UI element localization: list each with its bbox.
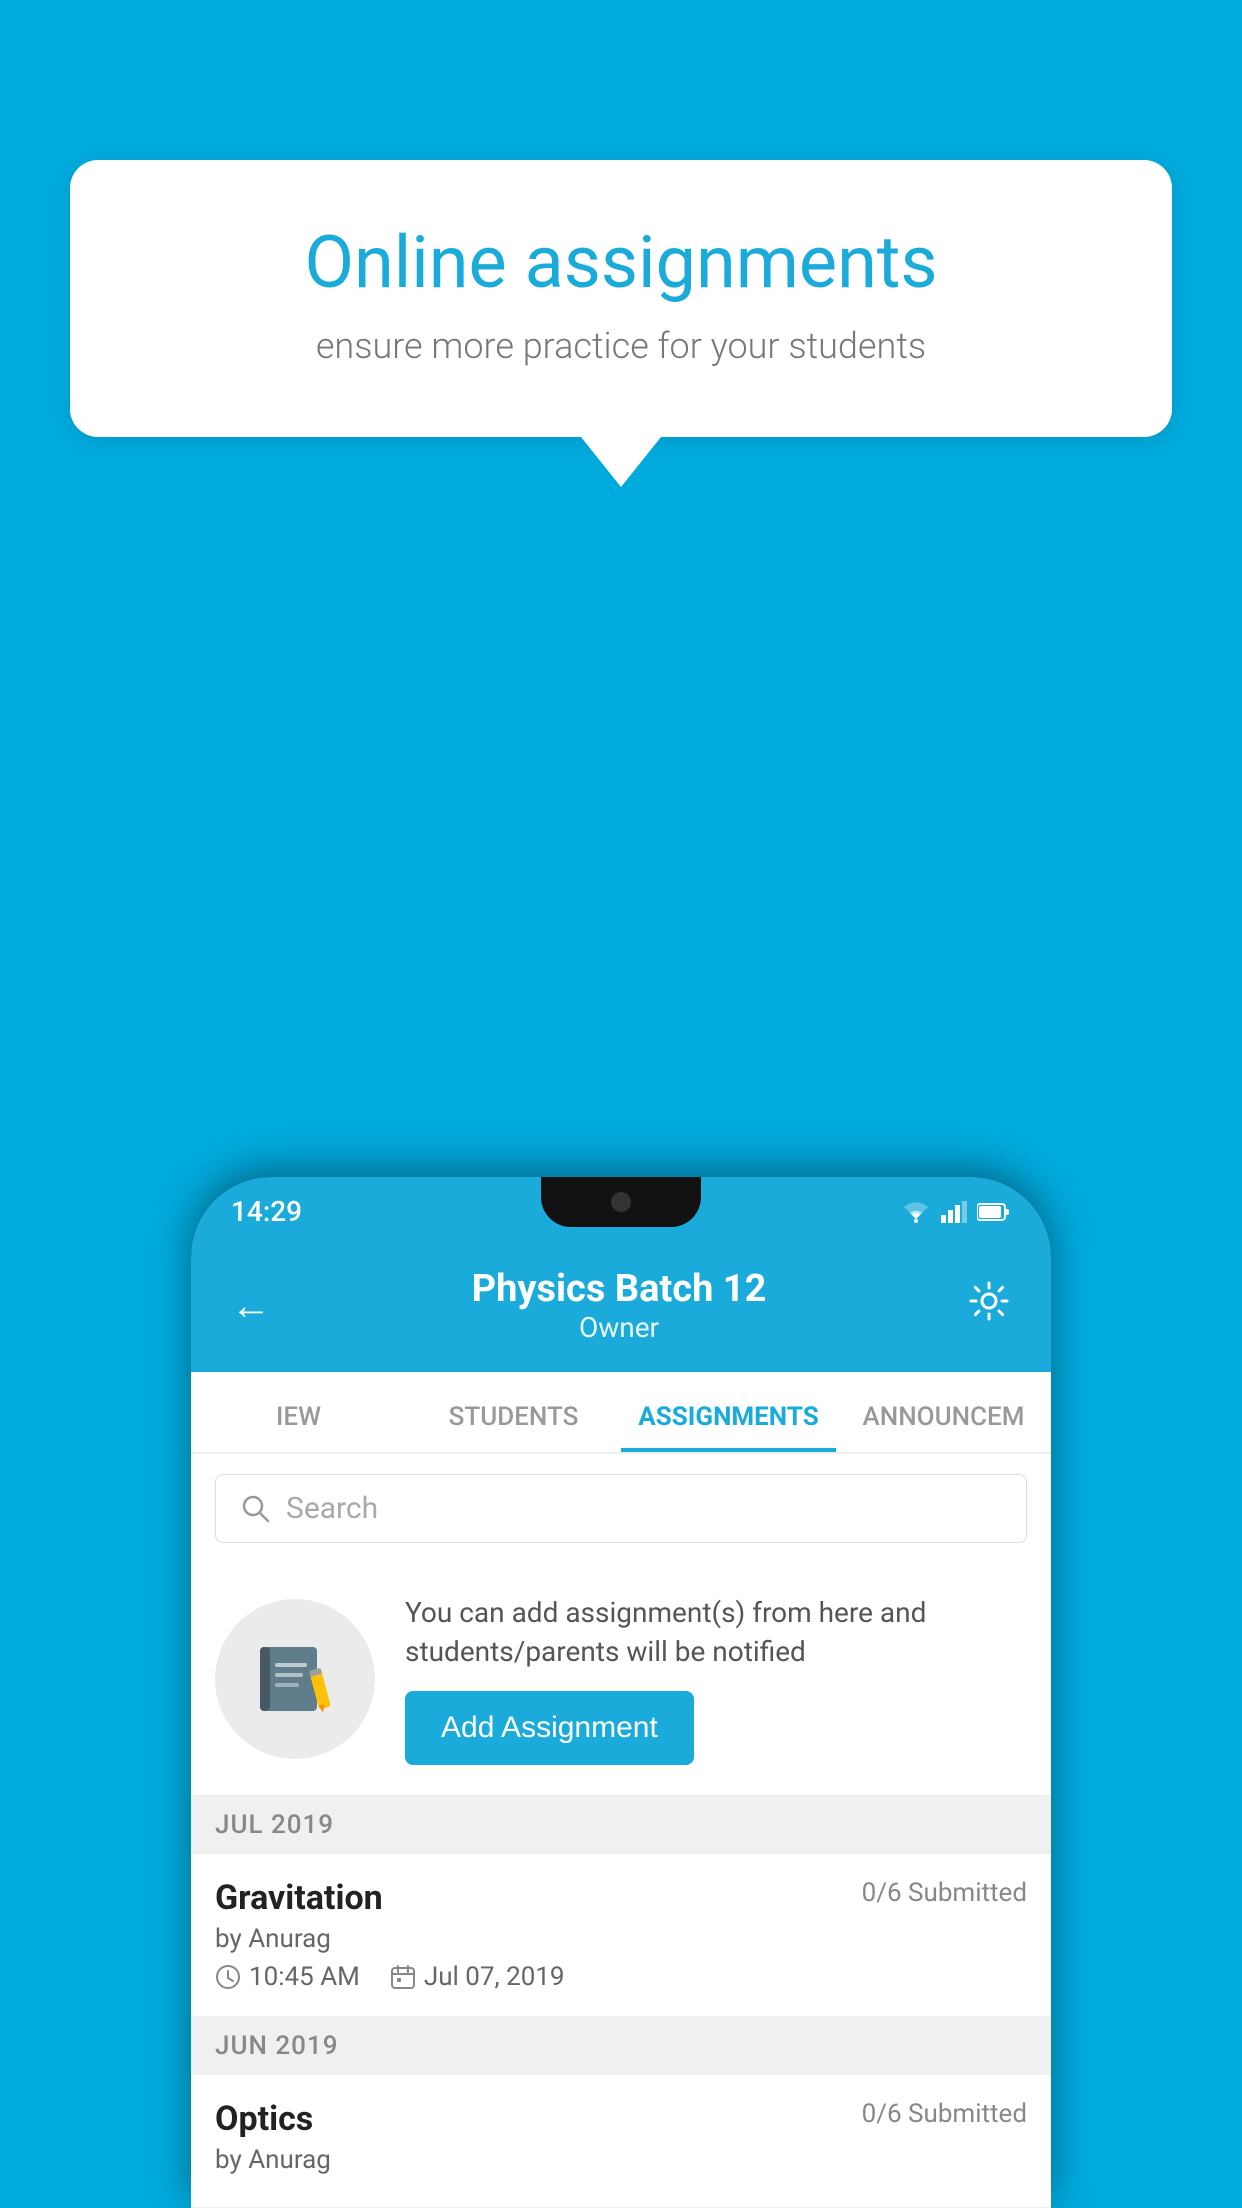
assignment-title-gravitation: Gravitation xyxy=(215,1878,383,1918)
assignment-date: Jul 07, 2019 xyxy=(390,1962,565,1992)
assignment-optics-row1: Optics 0/6 Submitted xyxy=(215,2099,1027,2139)
settings-button[interactable] xyxy=(967,1279,1011,1332)
assignment-submitted-gravitation: 0/6 Submitted xyxy=(862,1878,1027,1908)
app-header: ← Physics Batch 12 Owner xyxy=(191,1247,1051,1372)
phone-content: Search xyxy=(191,1454,1051,2208)
batch-role: Owner xyxy=(472,1311,767,1344)
promo-description: You can add assignment(s) from here and … xyxy=(405,1593,1027,1671)
notebook-icon xyxy=(255,1639,335,1719)
phone-frame: 14:29 xyxy=(191,1177,1051,2208)
assignment-submitted-optics: 0/6 Submitted xyxy=(862,2099,1027,2129)
add-assignment-promo: You can add assignment(s) from here and … xyxy=(191,1563,1051,1796)
gear-icon xyxy=(967,1279,1011,1323)
assignment-item-gravitation[interactable]: Gravitation 0/6 Submitted by Anurag 10:4… xyxy=(191,1854,1051,2017)
speech-bubble: Online assignments ensure more practice … xyxy=(70,160,1172,437)
header-center: Physics Batch 12 Owner xyxy=(472,1267,767,1344)
assignment-date-text: Jul 07, 2019 xyxy=(424,1962,565,1992)
assignment-item-optics[interactable]: Optics 0/6 Submitted by Anurag xyxy=(191,2075,1051,2208)
speech-bubble-title: Online assignments xyxy=(140,220,1102,305)
search-icon xyxy=(240,1493,270,1523)
speech-bubble-pointer xyxy=(581,437,661,487)
promo-content: You can add assignment(s) from here and … xyxy=(405,1593,1027,1765)
assignment-meta-gravitation: 10:45 AM Jul 07, 2019 xyxy=(215,1962,1027,1992)
section-header-jul: JUL 2019 xyxy=(191,1796,1051,1854)
assignment-time: 10:45 AM xyxy=(215,1962,360,1992)
speech-bubble-container: Online assignments ensure more practice … xyxy=(70,160,1172,487)
section-header-jun: JUN 2019 xyxy=(191,2017,1051,2075)
assignment-by-gravitation: by Anurag xyxy=(215,1924,1027,1954)
back-button[interactable]: ← xyxy=(231,1282,271,1329)
status-time: 14:29 xyxy=(231,1195,302,1228)
search-bar[interactable]: Search xyxy=(215,1474,1027,1543)
promo-icon-circle xyxy=(215,1599,375,1759)
tab-announcements[interactable]: ANNOUNCEM xyxy=(836,1372,1051,1452)
signal-icon xyxy=(941,1201,967,1223)
camera-notch xyxy=(611,1192,631,1212)
status-notch xyxy=(541,1177,701,1227)
section-header-jun-text: JUN 2019 xyxy=(215,2031,338,2061)
tab-iew[interactable]: IEW xyxy=(191,1372,406,1452)
wifi-icon xyxy=(901,1201,931,1223)
tab-assignments[interactable]: ASSIGNMENTS xyxy=(621,1372,836,1452)
status-icons xyxy=(901,1201,1011,1223)
batch-title: Physics Batch 12 xyxy=(472,1267,767,1311)
tab-students[interactable]: STUDENTS xyxy=(406,1372,621,1452)
assignment-row1: Gravitation 0/6 Submitted xyxy=(215,1878,1027,1918)
battery-icon xyxy=(977,1201,1011,1223)
tab-bar: IEW STUDENTS ASSIGNMENTS ANNOUNCEM xyxy=(191,1372,1051,1454)
status-bar: 14:29 xyxy=(191,1177,1051,1247)
assignment-title-optics: Optics xyxy=(215,2099,313,2139)
add-assignment-button[interactable]: Add Assignment xyxy=(405,1691,694,1765)
section-header-jul-text: JUL 2019 xyxy=(215,1810,334,1840)
assignment-by-optics: by Anurag xyxy=(215,2145,1027,2175)
assignment-time-text: 10:45 AM xyxy=(249,1962,360,1992)
phone-wrapper: 14:29 xyxy=(191,1177,1051,2208)
search-placeholder: Search xyxy=(286,1491,378,1526)
calendar-icon xyxy=(390,1964,416,1990)
speech-bubble-subtitle: ensure more practice for your students xyxy=(140,325,1102,367)
clock-icon xyxy=(215,1964,241,1990)
